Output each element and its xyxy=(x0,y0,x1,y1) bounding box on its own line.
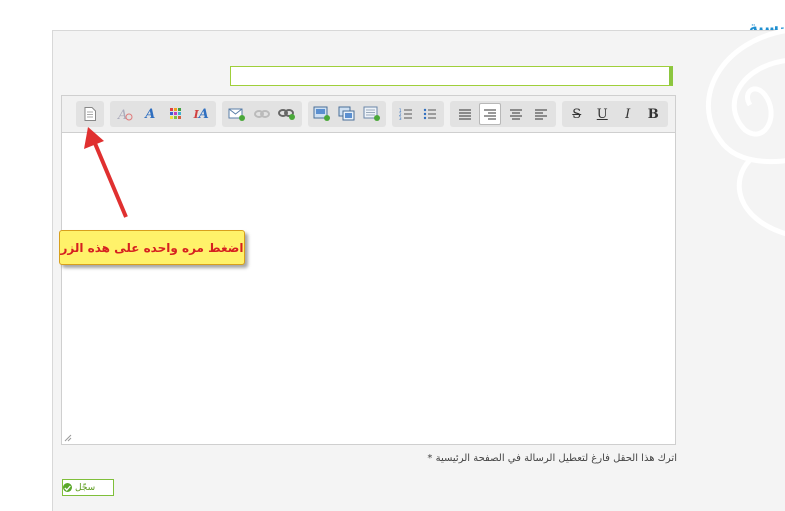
link-icon[interactable] xyxy=(277,103,298,125)
image-icon[interactable] xyxy=(312,103,333,125)
required-star: * xyxy=(427,453,433,464)
video-icon[interactable] xyxy=(361,103,382,125)
bold-icon[interactable]: B xyxy=(643,103,665,125)
new-document-icon[interactable] xyxy=(80,103,100,125)
toolbar-group-insert xyxy=(222,101,302,127)
align-left-icon[interactable] xyxy=(454,103,475,125)
svg-text:A: A xyxy=(117,108,127,121)
font-size-icon[interactable]: IA xyxy=(191,103,213,125)
subject-input[interactable] xyxy=(230,66,673,86)
italic-icon[interactable]: I xyxy=(617,103,639,125)
email-icon[interactable] xyxy=(226,103,247,125)
resize-handle-icon[interactable] xyxy=(64,434,72,442)
unlink-icon[interactable] xyxy=(251,103,272,125)
remove-format-icon[interactable]: A xyxy=(114,103,136,125)
numbered-list-icon[interactable]: 123 xyxy=(396,103,416,125)
submit-button[interactable]: سجّل xyxy=(62,479,114,496)
annotation-arrow xyxy=(84,127,128,218)
field-hint-text: اترك هذا الحقل فارغ لتعطيل الرسالة في ال… xyxy=(435,453,677,464)
toolbar-group-align xyxy=(450,101,556,127)
check-icon xyxy=(63,483,72,492)
align-center-icon[interactable] xyxy=(505,103,526,125)
field-hint: اترك هذا الحقل فارغ لتعطيل الرسالة في ال… xyxy=(427,453,677,464)
editor-toolbar: A A IA 1 2 3 S U I B xyxy=(62,96,675,133)
toolbar-group-source xyxy=(76,101,104,127)
toolbar-group-lists: 123 xyxy=(392,101,444,127)
color-icon[interactable] xyxy=(165,103,187,125)
instruction-callout: اضغط مره واحده على هذه الزر xyxy=(59,230,245,265)
toolbar-group-media xyxy=(308,101,386,127)
strikethrough-icon[interactable]: S xyxy=(566,103,588,125)
underline-icon[interactable]: U xyxy=(592,103,614,125)
toolbar-group-format: S U I B xyxy=(562,101,668,127)
table-icon[interactable] xyxy=(337,103,358,125)
align-justify-icon[interactable] xyxy=(531,103,552,125)
submit-label: سجّل xyxy=(75,482,96,493)
bullet-list-icon[interactable] xyxy=(420,103,440,125)
font-icon[interactable]: A xyxy=(140,103,162,125)
toolbar-group-text-style: A A IA xyxy=(110,101,216,127)
svg-text:3: 3 xyxy=(399,116,402,121)
rich-text-editor[interactable]: A A IA 1 2 3 S U I B xyxy=(61,95,676,445)
align-right-icon[interactable] xyxy=(479,103,502,125)
